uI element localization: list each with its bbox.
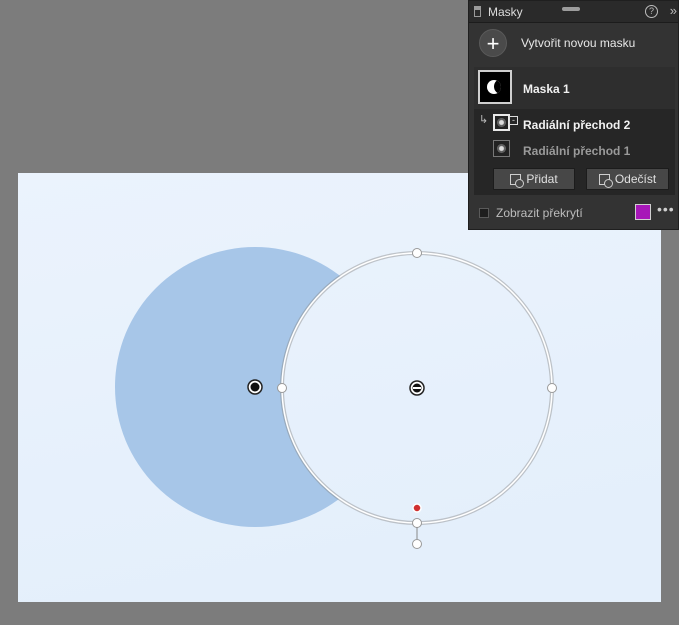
masks-panel: Masky ? » + Vytvořit novou masku Maska 1… [468,0,679,230]
create-mask-label: Vytvořit novou masku [521,36,636,50]
show-overlay-row: Zobrazit překrytí ••• [479,201,675,221]
radial-gradient-icon [493,140,510,157]
help-icon[interactable]: ? [645,5,658,18]
subtract-button[interactable]: Odečíst [586,168,669,190]
subtract-badge-icon: - [509,116,518,125]
add-button-label: Přidat [526,172,558,186]
panel-title: Masky [488,4,523,19]
document-icon [474,6,481,17]
subtract-shape-icon [598,173,613,188]
pin-radial-gradient-1[interactable] [247,379,263,395]
rotate-handle[interactable] [412,539,422,549]
more-icon[interactable]: ••• [657,201,675,217]
add-shape-icon [510,173,525,188]
component-label: Radiální přechod 2 [523,118,631,132]
mask-thumbnail [478,70,512,104]
create-mask-row[interactable]: + Vytvořit novou masku [479,29,635,57]
pin-radial-gradient-2[interactable] [409,380,425,396]
overlay-color-swatch[interactable] [635,204,651,220]
handle-left[interactable] [277,383,287,393]
mask-list: Maska 1 ↳ - Radiální přechod 2 Radiální … [474,67,675,195]
add-button[interactable]: Přidat [493,168,575,190]
handle-right[interactable] [547,383,557,393]
mask-name: Maska 1 [523,82,570,96]
subcomponent-arrow-icon: ↳ [479,114,489,126]
panel-header[interactable]: Masky ? » [469,1,678,23]
handle-top[interactable] [412,248,422,258]
mask-component-radial-2[interactable]: ↳ - Radiální přechod 2 [474,111,675,137]
mask-item[interactable]: Maska 1 [474,67,675,109]
show-overlay-label: Zobrazit překrytí [496,206,583,220]
handle-bottom[interactable] [412,518,422,528]
show-overlay-checkbox[interactable] [479,208,489,218]
photo-image [18,173,661,602]
mask-component-radial-1[interactable]: Radiální přechod 1 [474,137,675,163]
feather-handle[interactable] [412,503,422,513]
component-label: Radiální přechod 1 [523,144,631,158]
create-mask-button[interactable]: + [479,29,507,57]
panel-grip[interactable] [562,7,580,11]
subtract-button-label: Odečíst [614,172,657,186]
radial-gradient-icon [493,114,510,131]
collapse-icon[interactable]: » [670,3,677,18]
